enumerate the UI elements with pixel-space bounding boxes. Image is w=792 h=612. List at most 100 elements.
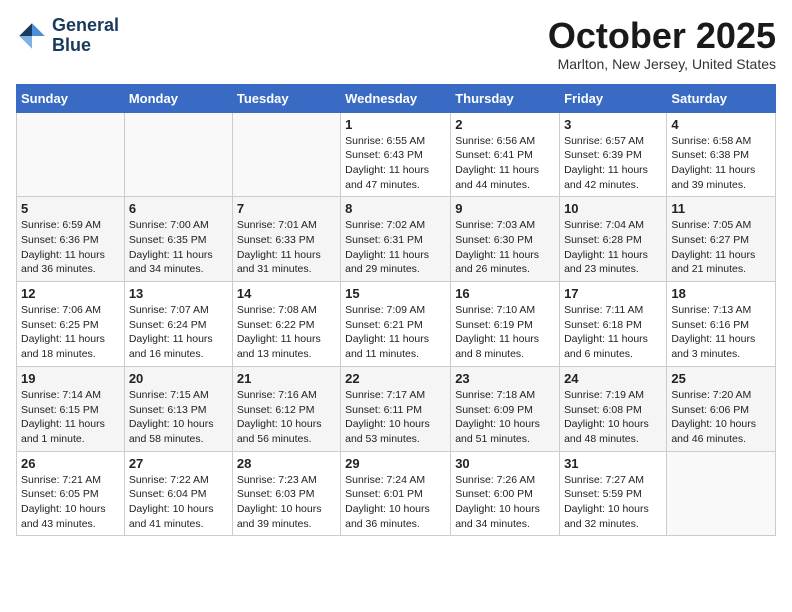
calendar-cell: 12 Sunrise: 7:06 AM Sunset: 6:25 PM Dayli… [17,282,125,367]
day-info: Sunrise: 7:23 AM Sunset: 6:03 PM Dayligh… [237,473,336,532]
day-number: 8 [345,201,446,216]
calendar-cell [124,112,232,197]
calendar-cell: 4 Sunrise: 6:58 AM Sunset: 6:38 PM Daylig… [667,112,776,197]
calendar-cell: 3 Sunrise: 6:57 AM Sunset: 6:39 PM Daylig… [560,112,667,197]
week-row-3: 12 Sunrise: 7:06 AM Sunset: 6:25 PM Dayli… [17,282,776,367]
calendar-cell: 5Sunrise: 6:59 AM Sunset: 6:36 PM Daylig… [17,197,125,282]
day-info: Sunrise: 7:09 AM Sunset: 6:21 PM Dayligh… [345,303,446,362]
day-number: 5 [21,201,120,216]
day-number: 6 [129,201,228,216]
day-info: Sunrise: 6:56 AM Sunset: 6:41 PM Dayligh… [455,134,555,193]
calendar-cell: 31Sunrise: 7:27 AM Sunset: 5:59 PM Dayli… [560,451,667,536]
logo-line2: Blue [52,36,119,56]
calendar-cell: 24 Sunrise: 7:19 AM Sunset: 6:08 PM Dayli… [560,366,667,451]
day-number: 1 [345,117,446,132]
day-info: Sunrise: 7:14 AM Sunset: 6:15 PM Dayligh… [21,388,120,447]
week-row-1: 1Sunrise: 6:55 AM Sunset: 6:43 PM Daylig… [17,112,776,197]
day-info: Sunrise: 6:57 AM Sunset: 6:39 PM Dayligh… [564,134,662,193]
day-number: 24 [564,371,662,386]
day-info: Sunrise: 7:10 AM Sunset: 6:19 PM Dayligh… [455,303,555,362]
weekday-header-tuesday: Tuesday [232,84,340,112]
calendar-cell: 30 Sunrise: 7:26 AM Sunset: 6:00 PM Dayli… [451,451,560,536]
day-info: Sunrise: 7:16 AM Sunset: 6:12 PM Dayligh… [237,388,336,447]
day-number: 21 [237,371,336,386]
day-number: 26 [21,456,120,471]
day-info: Sunrise: 7:18 AM Sunset: 6:09 PM Dayligh… [455,388,555,447]
weekday-header-friday: Friday [560,84,667,112]
day-number: 15 [345,286,446,301]
logo-line1: General [52,16,119,36]
day-info: Sunrise: 7:03 AM Sunset: 6:30 PM Dayligh… [455,218,555,277]
day-number: 28 [237,456,336,471]
week-row-4: 19Sunrise: 7:14 AM Sunset: 6:15 PM Dayli… [17,366,776,451]
calendar-cell: 27 Sunrise: 7:22 AM Sunset: 6:04 PM Dayli… [124,451,232,536]
day-info: Sunrise: 7:02 AM Sunset: 6:31 PM Dayligh… [345,218,446,277]
day-info: Sunrise: 7:15 AM Sunset: 6:13 PM Dayligh… [129,388,228,447]
page-header: General Blue October 2025 Marlton, New J… [16,16,776,72]
day-number: 10 [564,201,662,216]
calendar-table: SundayMondayTuesdayWednesdayThursdayFrid… [16,84,776,537]
location: Marlton, New Jersey, United States [548,56,776,72]
day-number: 30 [455,456,555,471]
day-info: Sunrise: 7:17 AM Sunset: 6:11 PM Dayligh… [345,388,446,447]
weekday-header-thursday: Thursday [451,84,560,112]
day-info: Sunrise: 7:07 AM Sunset: 6:24 PM Dayligh… [129,303,228,362]
day-info: Sunrise: 7:08 AM Sunset: 6:22 PM Dayligh… [237,303,336,362]
day-number: 20 [129,371,228,386]
day-number: 18 [671,286,771,301]
day-number: 7 [237,201,336,216]
day-number: 29 [345,456,446,471]
day-number: 16 [455,286,555,301]
calendar-cell: 26Sunrise: 7:21 AM Sunset: 6:05 PM Dayli… [17,451,125,536]
day-info: Sunrise: 7:06 AM Sunset: 6:25 PM Dayligh… [21,303,120,362]
day-info: Sunrise: 7:26 AM Sunset: 6:00 PM Dayligh… [455,473,555,532]
calendar-cell: 14 Sunrise: 7:08 AM Sunset: 6:22 PM Dayli… [232,282,340,367]
calendar-cell: 18Sunrise: 7:13 AM Sunset: 6:16 PM Dayli… [667,282,776,367]
calendar-cell: 29Sunrise: 7:24 AM Sunset: 6:01 PM Dayli… [341,451,451,536]
day-number: 2 [455,117,555,132]
weekday-header-row: SundayMondayTuesdayWednesdayThursdayFrid… [17,84,776,112]
calendar-cell: 15 Sunrise: 7:09 AM Sunset: 6:21 PM Dayli… [341,282,451,367]
day-info: Sunrise: 7:05 AM Sunset: 6:27 PM Dayligh… [671,218,771,277]
logo-text: General Blue [52,16,119,56]
day-number: 4 [671,117,771,132]
day-number: 27 [129,456,228,471]
calendar-cell: 21 Sunrise: 7:16 AM Sunset: 6:12 PM Dayli… [232,366,340,451]
day-number: 23 [455,371,555,386]
day-info: Sunrise: 7:19 AM Sunset: 6:08 PM Dayligh… [564,388,662,447]
calendar-cell: 20 Sunrise: 7:15 AM Sunset: 6:13 PM Dayli… [124,366,232,451]
calendar-cell: 28 Sunrise: 7:23 AM Sunset: 6:03 PM Dayli… [232,451,340,536]
calendar-cell: 8 Sunrise: 7:02 AM Sunset: 6:31 PM Daylig… [341,197,451,282]
weekday-header-monday: Monday [124,84,232,112]
calendar-cell: 11 Sunrise: 7:05 AM Sunset: 6:27 PM Dayli… [667,197,776,282]
day-number: 3 [564,117,662,132]
day-number: 9 [455,201,555,216]
calendar-cell: 1Sunrise: 6:55 AM Sunset: 6:43 PM Daylig… [341,112,451,197]
day-number: 31 [564,456,662,471]
day-number: 13 [129,286,228,301]
calendar-cell: 23 Sunrise: 7:18 AM Sunset: 6:09 PM Dayli… [451,366,560,451]
day-info: Sunrise: 7:04 AM Sunset: 6:28 PM Dayligh… [564,218,662,277]
calendar-cell: 17Sunrise: 7:11 AM Sunset: 6:18 PM Dayli… [560,282,667,367]
day-number: 11 [671,201,771,216]
logo: General Blue [16,16,119,56]
month-title: October 2025 [548,16,776,56]
calendar-cell: 6 Sunrise: 7:00 AM Sunset: 6:35 PM Daylig… [124,197,232,282]
day-info: Sunrise: 6:58 AM Sunset: 6:38 PM Dayligh… [671,134,771,193]
calendar-cell: 7 Sunrise: 7:01 AM Sunset: 6:33 PM Daylig… [232,197,340,282]
weekday-header-wednesday: Wednesday [341,84,451,112]
day-number: 14 [237,286,336,301]
calendar-cell: 22Sunrise: 7:17 AM Sunset: 6:11 PM Dayli… [341,366,451,451]
weekday-header-sunday: Sunday [17,84,125,112]
day-info: Sunrise: 7:01 AM Sunset: 6:33 PM Dayligh… [237,218,336,277]
day-info: Sunrise: 7:00 AM Sunset: 6:35 PM Dayligh… [129,218,228,277]
logo-icon [16,20,48,52]
week-row-2: 5Sunrise: 6:59 AM Sunset: 6:36 PM Daylig… [17,197,776,282]
calendar-cell: 25Sunrise: 7:20 AM Sunset: 6:06 PM Dayli… [667,366,776,451]
day-info: Sunrise: 7:11 AM Sunset: 6:18 PM Dayligh… [564,303,662,362]
day-info: Sunrise: 7:20 AM Sunset: 6:06 PM Dayligh… [671,388,771,447]
day-number: 12 [21,286,120,301]
day-info: Sunrise: 7:22 AM Sunset: 6:04 PM Dayligh… [129,473,228,532]
calendar-cell: 10 Sunrise: 7:04 AM Sunset: 6:28 PM Dayli… [560,197,667,282]
weekday-header-saturday: Saturday [667,84,776,112]
